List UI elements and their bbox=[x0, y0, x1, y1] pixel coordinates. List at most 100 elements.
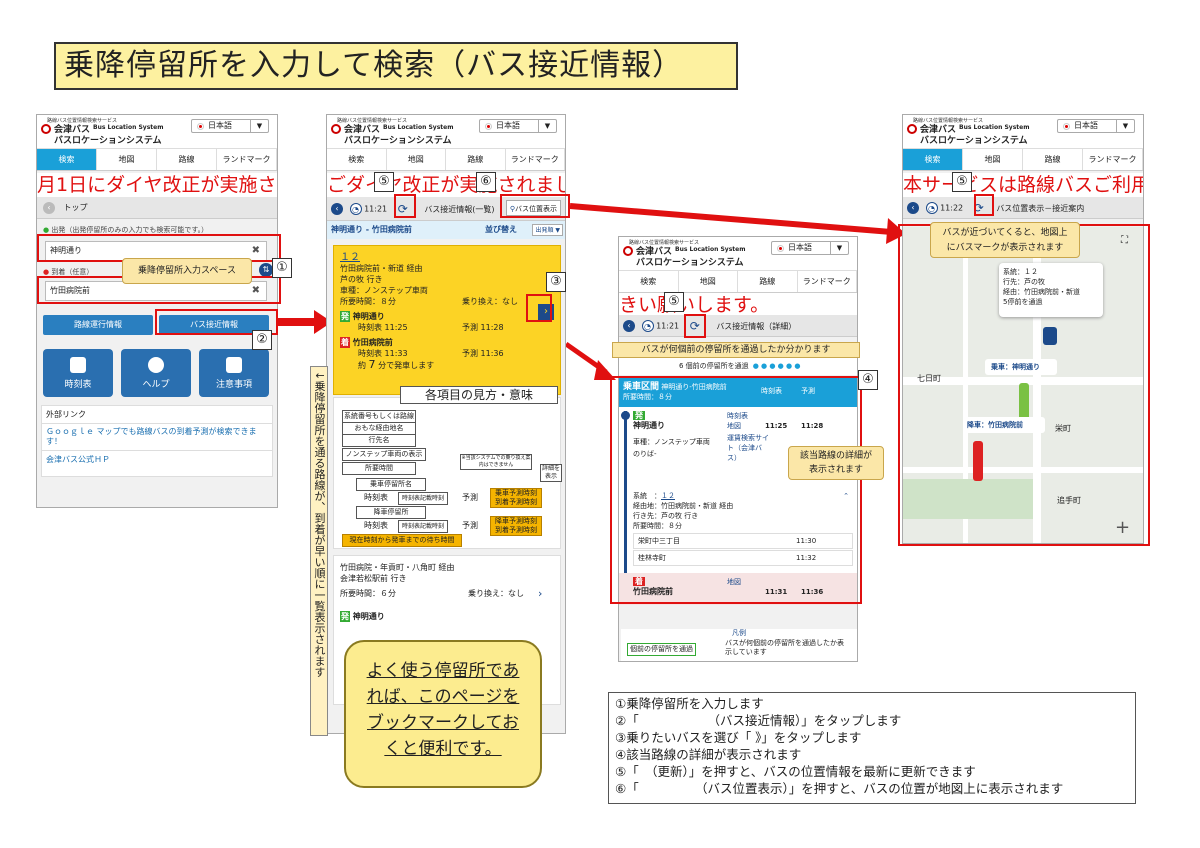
help-icon bbox=[148, 357, 164, 373]
legend-pred: 予測 bbox=[462, 493, 478, 502]
board-stop-row: 発 神明通り bbox=[340, 311, 385, 322]
legend-item: 時刻表記載時刻 bbox=[398, 520, 448, 533]
step-5-label-4: ⑤ bbox=[952, 172, 972, 192]
transfer: 乗り換え：なし bbox=[462, 297, 518, 306]
current-time: 11:21 bbox=[364, 204, 388, 214]
bus-stops-icon: ● ● ● ● ● ● bbox=[752, 362, 801, 370]
tab-search[interactable]: 検索 bbox=[903, 149, 963, 170]
tab-map[interactable]: 地図 bbox=[963, 149, 1023, 170]
screen3-nav-title: バス接近情報（詳細） bbox=[716, 321, 797, 331]
app-header: 路線バス位置情報検索サービス 会津バス Bus Location System … bbox=[327, 115, 565, 149]
tab-landmark[interactable]: ランドマーク bbox=[1083, 149, 1143, 170]
step-4-label: ④ bbox=[858, 370, 878, 390]
step-5-label-3: ⑤ bbox=[664, 292, 684, 312]
brand-name-2: バスロケーションシステム bbox=[54, 136, 162, 146]
vehicle-type: 車種：ノンステップ車両 bbox=[340, 286, 428, 295]
language-select[interactable]: 日本語 ▼ bbox=[1057, 119, 1135, 133]
brand-name-2: バスロケーションシステム bbox=[636, 258, 744, 268]
vertical-note: ↓乗降停留所を通る路線が、到着が早い順に一覧表示されます bbox=[310, 366, 328, 736]
duration-row: 所要時間：６分 乗り換え：なし › bbox=[340, 587, 543, 600]
legend-item: 現在時刻から発車までの待ち時間 bbox=[342, 534, 462, 547]
highlight-detail bbox=[610, 376, 862, 604]
legend-item: 個前の停留所を通過 bbox=[627, 643, 696, 656]
route-info-button[interactable]: 路線運行情報 bbox=[43, 315, 153, 335]
app-header: 路線バス位置情報検索サービス 会津バス Bus Location System … bbox=[37, 115, 277, 149]
language-select[interactable]: 日本語 ▼ bbox=[479, 119, 557, 133]
step-6-label: ⑥ bbox=[476, 172, 496, 192]
step-2-label: ② bbox=[252, 330, 272, 350]
help-button[interactable]: ヘルプ bbox=[121, 349, 191, 397]
screen4-nav-title: バス位置表示－接近案内 bbox=[996, 203, 1085, 213]
route-via: 竹田病院前・新道 経由 bbox=[340, 264, 423, 273]
route-via: 竹田病院・年貢町・八角町 経由 bbox=[340, 563, 455, 572]
language-select[interactable]: 日本語 ▼ bbox=[771, 241, 849, 255]
route-number[interactable]: １２ bbox=[340, 252, 554, 263]
tab-map[interactable]: 地図 bbox=[387, 149, 446, 170]
detail-chevron-icon: › bbox=[538, 587, 543, 600]
legend-item: 降車停留所 bbox=[356, 506, 426, 519]
flag-icon bbox=[197, 123, 204, 130]
clock-icon: ◔ bbox=[641, 320, 654, 332]
highlight-map bbox=[898, 224, 1150, 546]
tab-search[interactable]: 検索 bbox=[619, 271, 679, 292]
external-links: 外部リンク Ｇｏｏｇｌｅ マップでも路線バスの到着予測が検索できます！ 会津バス… bbox=[41, 405, 273, 477]
tab-search[interactable]: 検索 bbox=[327, 149, 387, 170]
alight-stop-row: 着 竹田病院前 bbox=[340, 337, 393, 348]
timetable-button[interactable]: 時刻表 bbox=[43, 349, 113, 397]
back-icon[interactable]: ‹ bbox=[331, 203, 343, 215]
tab-landmark[interactable]: ランドマーク bbox=[798, 271, 857, 292]
board-stop-row: 発 神明通り bbox=[340, 611, 385, 622]
legend-item: 乗車予測時刻 到着予測時刻 bbox=[490, 488, 542, 508]
tab-route[interactable]: 路線 bbox=[157, 149, 217, 170]
legend-pred: 予測 bbox=[462, 521, 478, 530]
highlight-detail-chevron bbox=[526, 294, 552, 322]
arrow-to-screen2 bbox=[278, 310, 332, 334]
legend-item: ※当該システムでの乗り換え案内はできません bbox=[460, 454, 532, 470]
instruction-line: ④該当路線の詳細が表示されます bbox=[615, 747, 802, 762]
brand-sub: Bus Location System bbox=[959, 124, 1030, 131]
highlight-map-button bbox=[500, 194, 570, 218]
google-maps-link[interactable]: Ｇｏｏｇｌｅ マップでも路線バスの到着予測が検索できます！ bbox=[42, 424, 272, 451]
main-tabs: 検索 地図 路線 ランドマーク bbox=[327, 149, 565, 171]
tab-search[interactable]: 検索 bbox=[37, 149, 97, 170]
instructions: ①乗降停留所を入力します ②「 （バス接近情報）」をタップします ③乗りたいバス… bbox=[608, 692, 1136, 804]
screen4-navbar: ‹ ◔ 11:22 ⟳ バス位置表示－接近案内 bbox=[903, 197, 1143, 219]
brand-name-2: バスロケーションシステム bbox=[920, 136, 1028, 146]
instruction-line: ③乗りたいバスを選び「 》」をタップします bbox=[615, 730, 862, 745]
flag-icon bbox=[777, 245, 784, 252]
main-tabs: 検索 地図 路線 ランドマーク bbox=[37, 149, 277, 171]
logo-icon bbox=[623, 246, 633, 256]
clock-icon: ◔ bbox=[925, 202, 938, 214]
legend-item: 時刻表 bbox=[364, 521, 388, 530]
back-icon[interactable]: ‹ bbox=[907, 202, 919, 214]
tab-landmark[interactable]: ランドマーク bbox=[506, 149, 565, 170]
back-icon[interactable]: ‹ bbox=[43, 201, 55, 214]
official-site-link[interactable]: 会津バス公式ＨＰ bbox=[42, 451, 272, 468]
language-value: 日本語 bbox=[1074, 121, 1098, 130]
tab-map[interactable]: 地図 bbox=[97, 149, 157, 170]
instruction-line: ⑥「 （バス位置表示）」を押すと、バスの位置が地図上に表示されます bbox=[615, 781, 1064, 796]
legend-item: 詳細を表示 bbox=[540, 464, 562, 482]
sort-select[interactable]: 出発順 ▼ bbox=[532, 224, 563, 236]
language-select[interactable]: 日本語 ▼ bbox=[191, 119, 269, 133]
tab-landmark[interactable]: ランドマーク bbox=[217, 149, 277, 170]
external-links-title: 外部リンク bbox=[42, 406, 272, 424]
notice-button[interactable]: 注意事項 bbox=[199, 349, 269, 397]
notice-marquee: 本サービスは路線バスご利用時の bbox=[903, 173, 1143, 197]
logo-icon bbox=[907, 124, 917, 134]
tab-route[interactable]: 路線 bbox=[446, 149, 506, 170]
route-header: 神明通り - 竹田病院前 並び替え 出発順 ▼ bbox=[327, 221, 565, 239]
tab-route[interactable]: 路線 bbox=[738, 271, 798, 292]
app-header: 路線バス位置情報検索サービス 会津バス Bus Location System … bbox=[903, 115, 1143, 149]
tab-route[interactable]: 路線 bbox=[1023, 149, 1083, 170]
sort-label: 並び替え bbox=[485, 225, 517, 234]
breadcrumb-top[interactable]: トップ bbox=[64, 203, 88, 212]
swap-icon[interactable]: ⇅ bbox=[259, 263, 273, 277]
instruction-line: ①乗降停留所を入力します bbox=[615, 696, 764, 711]
back-icon[interactable]: ‹ bbox=[623, 320, 635, 332]
chevron-down-icon: ▼ bbox=[830, 242, 848, 254]
tab-map[interactable]: 地図 bbox=[679, 271, 738, 292]
screen2-nav-title: バス接近情報(一覧) bbox=[424, 204, 495, 214]
logo-icon bbox=[41, 124, 51, 134]
brand-sub: Bus Location System bbox=[93, 124, 164, 131]
